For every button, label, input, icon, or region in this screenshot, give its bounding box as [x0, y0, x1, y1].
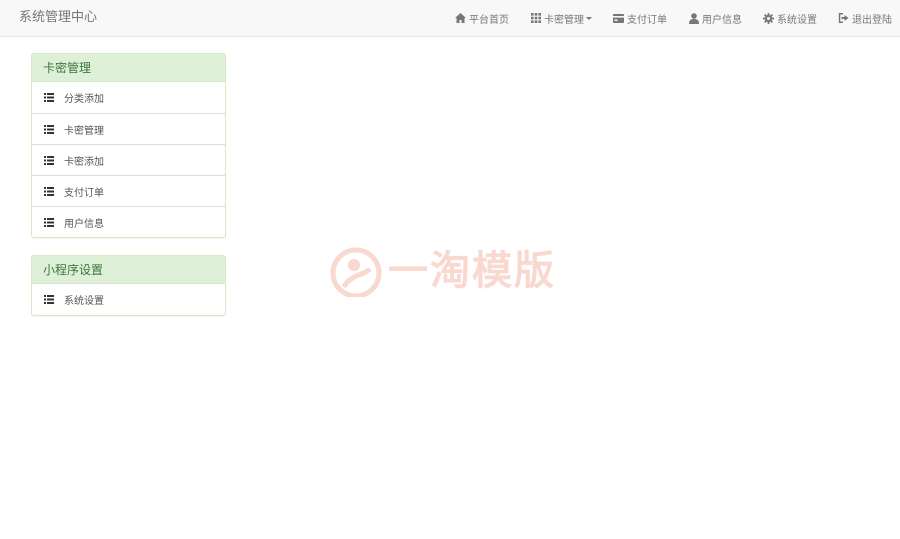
- top-nav: 平台首页 卡密管理 支付订单 用户信息 系统设置 退出登陆: [455, 0, 892, 36]
- panel-list: 系统设置: [32, 284, 225, 315]
- sidebar-item-label: 用户信息: [64, 218, 104, 230]
- sidebar-item-label: 卡密管理: [64, 125, 104, 137]
- nav-item-logout[interactable]: 退出登陆: [838, 11, 892, 26]
- chevron-down-icon: [586, 17, 592, 20]
- sidebar-panel-card-management: 卡密管理 分类添加 卡密管理 卡密添加 支付订单 用户信息: [31, 53, 226, 238]
- list-icon: [44, 295, 54, 304]
- list-icon: [44, 124, 54, 134]
- list-icon: [44, 93, 54, 102]
- nav-item-label: 卡密管理: [544, 14, 584, 26]
- sidebar-item-payment-orders[interactable]: 支付订单: [32, 175, 225, 206]
- panel-list: 分类添加 卡密管理 卡密添加 支付订单 用户信息: [32, 82, 225, 237]
- nav-item-label: 用户信息: [702, 14, 742, 26]
- watermark: 一淘模版: [330, 243, 575, 298]
- panel-heading: 小程序设置: [32, 256, 225, 284]
- list-icon: [44, 186, 54, 196]
- sidebar-panel-miniprogram-settings: 小程序设置 系统设置: [31, 255, 226, 316]
- nav-item-payment-orders[interactable]: 支付订单: [613, 11, 667, 26]
- watermark-text: 一淘模版: [388, 247, 556, 294]
- nav-item-label: 平台首页: [469, 14, 509, 26]
- list-icon: [44, 217, 54, 227]
- sidebar-item-card-management[interactable]: 卡密管理: [32, 113, 225, 144]
- sidebar-item-category-add[interactable]: 分类添加: [32, 82, 225, 113]
- nav-item-user-info[interactable]: 用户信息: [688, 11, 742, 26]
- sidebar-item-card-add[interactable]: 卡密添加: [32, 144, 225, 175]
- nav-item-label: 退出登陆: [852, 14, 892, 26]
- sidebar-item-user-info[interactable]: 用户信息: [32, 206, 225, 237]
- grid-icon: [530, 13, 541, 24]
- nav-item-system-settings[interactable]: 系统设置: [763, 11, 817, 26]
- nav-item-label: 系统设置: [777, 14, 817, 26]
- nav-item-card-management[interactable]: 卡密管理: [530, 11, 592, 26]
- user-icon: [688, 12, 699, 24]
- watermark-logo-icon: [330, 247, 382, 297]
- app-title[interactable]: 系统管理中心: [19, 9, 97, 27]
- sidebar-item-system-settings[interactable]: 系统设置: [32, 284, 225, 315]
- credit-card-icon: [613, 13, 624, 24]
- sidebar-item-label: 卡密添加: [64, 156, 104, 168]
- sidebar-item-label: 支付订单: [64, 187, 104, 199]
- nav-item-home[interactable]: 平台首页: [455, 11, 509, 26]
- sidebar-item-label: 系统设置: [64, 296, 104, 307]
- home-icon: [455, 13, 466, 24]
- logout-icon: [838, 13, 849, 24]
- panel-heading: 卡密管理: [32, 54, 225, 82]
- list-icon: [44, 155, 54, 165]
- sidebar-item-label: 分类添加: [64, 94, 104, 105]
- top-navbar: 系统管理中心 平台首页 卡密管理 支付订单 用户信息 系统设置 退出登陆: [0, 0, 900, 37]
- gear-icon: [763, 12, 774, 24]
- nav-item-label: 支付订单: [627, 14, 667, 26]
